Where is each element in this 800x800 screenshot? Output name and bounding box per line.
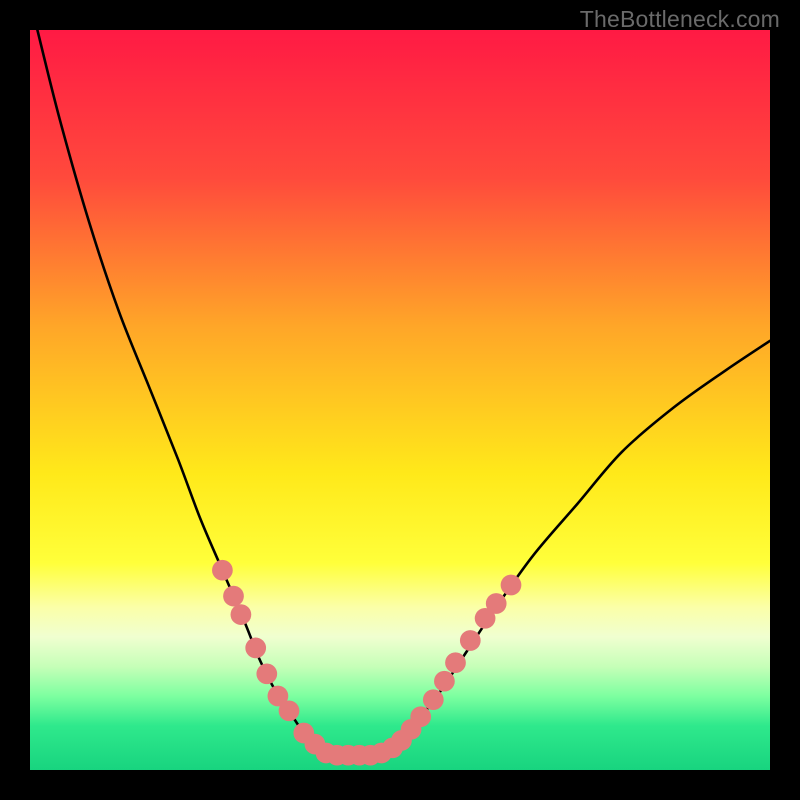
data-marker (256, 663, 277, 684)
data-marker (434, 671, 455, 692)
bottleneck-curve (37, 30, 770, 756)
data-marker (279, 700, 300, 721)
data-marker (231, 604, 252, 625)
data-markers (212, 560, 521, 766)
plot-area (30, 30, 770, 770)
data-marker (445, 652, 466, 673)
data-marker (423, 689, 444, 710)
chart-frame: TheBottleneck.com (0, 0, 800, 800)
data-marker (460, 630, 481, 651)
watermark-text: TheBottleneck.com (580, 6, 780, 33)
curve-layer (30, 30, 770, 770)
data-marker (486, 593, 507, 614)
data-marker (410, 706, 431, 727)
data-marker (223, 586, 244, 607)
data-marker (245, 638, 266, 659)
data-marker (501, 575, 522, 596)
data-marker (212, 560, 233, 581)
